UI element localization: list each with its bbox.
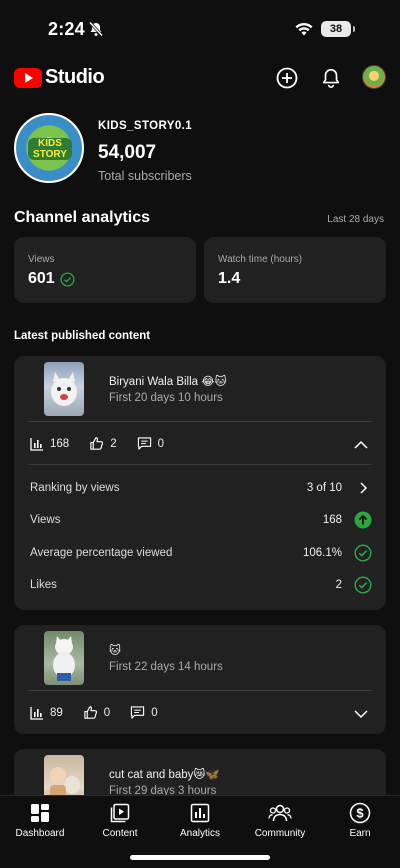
nav-label: Earn [349, 828, 371, 839]
bell-icon [322, 68, 340, 88]
nav-content[interactable]: Content [80, 802, 160, 839]
video-published: First 20 days 10 hours [109, 392, 223, 404]
detail-value: 168 [322, 514, 342, 526]
wifi-icon [295, 22, 313, 36]
comments-count: 0 [151, 706, 158, 719]
likes-count: 2 [110, 437, 117, 450]
comment-icon [131, 706, 145, 719]
likes-metric: 2 [89, 436, 117, 451]
likes-count: 0 [103, 706, 111, 719]
views-value: 601 [28, 270, 55, 287]
content-library-icon [110, 803, 130, 823]
video-card[interactable]: Biryani Wala Billa 😂🐱 First 20 days 10 h… [14, 356, 386, 610]
video-thumbnail[interactable] [44, 362, 84, 416]
ranking-row[interactable]: Ranking by views 3 of 10 [30, 479, 372, 499]
comments-count: 0 [157, 437, 164, 450]
views-card[interactable]: Views 601 [14, 237, 196, 303]
nav-label: Community [254, 828, 306, 839]
analytics-date-range: Last 28 days [327, 214, 384, 225]
views-metric: 89 [30, 706, 63, 720]
app-header: Studio [0, 58, 400, 98]
detail-value: 2 [335, 579, 342, 591]
watch-time-card[interactable]: Watch time (hours) 1.4 [204, 237, 386, 303]
chevron-right-icon [360, 482, 368, 494]
latest-content-title: Latest published content [14, 330, 151, 342]
studio-logo-text: Studio [45, 66, 105, 88]
nav-community[interactable]: Community [240, 802, 320, 839]
divider [28, 421, 372, 422]
views-count: 168 [50, 437, 70, 450]
check-circle-icon [354, 544, 372, 562]
svg-text:$: $ [356, 806, 364, 821]
detail-label: Views [30, 514, 61, 526]
channel-avatar-badge: KIDS STORY [28, 138, 72, 160]
views-row: Views 168 [30, 511, 372, 531]
nav-analytics[interactable]: Analytics [160, 802, 240, 839]
plus-circle-icon [276, 67, 298, 89]
views-metric: 168 [30, 437, 69, 451]
channel-name: KIDS_STORY0.1 [98, 120, 193, 132]
arrow-up-circle-icon [354, 511, 372, 529]
bar-chart-icon [30, 437, 43, 451]
studio-logo[interactable]: Studio [14, 66, 105, 89]
views-label: Views [28, 254, 55, 265]
divider [28, 464, 372, 465]
thumbs-up-icon [84, 706, 97, 719]
notifications-button[interactable] [317, 64, 345, 92]
nav-label: Content [102, 828, 138, 839]
nav-dashboard[interactable]: Dashboard [0, 802, 80, 839]
check-circle-icon [60, 271, 75, 287]
detail-label: Likes [30, 579, 57, 591]
views-value-wrap: 601 [28, 270, 75, 288]
divider [28, 690, 372, 691]
likes-metric: 0 [83, 705, 110, 720]
nav-label: Analytics [179, 828, 220, 839]
status-time: 2:24 [48, 19, 85, 39]
subscriber-count: 54,007 [98, 142, 157, 163]
account-avatar[interactable] [362, 65, 386, 89]
dashboard-icon [31, 804, 49, 822]
views-count: 89 [50, 706, 63, 719]
detail-label: Ranking by views [30, 482, 120, 494]
dollar-circle-icon: $ [349, 802, 371, 824]
create-button[interactable] [273, 64, 301, 92]
subscriber-label: Total subscribers [98, 169, 192, 183]
video-thumbnail[interactable] [44, 631, 84, 685]
cat-thumbnail-icon [53, 636, 75, 681]
detail-label: Average percentage viewed [30, 547, 173, 559]
status-bar: 2:24 38 [0, 0, 400, 58]
watch-time-label: Watch time (hours) [218, 254, 303, 265]
community-icon [268, 804, 292, 822]
detail-value: 106.1% [302, 547, 342, 559]
bell-off-icon [88, 21, 104, 37]
cat-thumbnail-icon [51, 372, 77, 406]
watch-time-value: 1.4 [218, 270, 241, 287]
check-circle-icon [354, 576, 372, 594]
youtube-logo-icon [14, 67, 42, 88]
avg-viewed-row: Average percentage viewed 106.1% [30, 544, 372, 564]
home-indicator [130, 855, 270, 860]
comments-metric: 0 [130, 705, 158, 720]
bar-chart-icon [30, 706, 43, 720]
thumbs-up-icon [90, 437, 104, 450]
comments-metric: 0 [137, 436, 164, 451]
video-card[interactable]: 🐱 First 22 days 14 hours 89 0 0 [14, 625, 386, 734]
nav-earn[interactable]: $ Earn [320, 802, 400, 839]
likes-row: Likes 2 [30, 576, 372, 596]
chevron-up-icon[interactable] [352, 436, 370, 454]
video-published: First 22 days 14 hours [109, 661, 223, 673]
nav-label: Dashboard [15, 828, 65, 839]
video-title: Biryani Wala Billa 😂🐱 [109, 376, 227, 388]
channel-analytics-title: Channel analytics [14, 209, 151, 226]
channel-avatar[interactable]: KIDS STORY [14, 113, 84, 183]
video-metrics: 168 2 0 [30, 436, 184, 451]
detail-value: 3 of 10 [306, 482, 342, 494]
battery-indicator: 38 [321, 21, 355, 37]
comment-icon [137, 437, 151, 450]
analytics-icon [190, 803, 210, 823]
chevron-down-icon[interactable] [352, 705, 370, 723]
video-metrics: 89 0 0 [30, 705, 178, 720]
video-title: cut cat and baby😿🦋 [109, 769, 220, 781]
video-title: 🐱 [109, 645, 121, 657]
